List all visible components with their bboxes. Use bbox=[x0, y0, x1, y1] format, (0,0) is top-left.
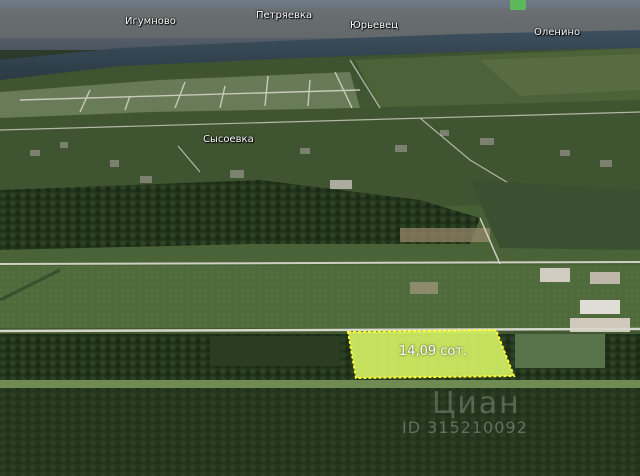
watermark-id: ID 315210092 bbox=[402, 418, 528, 437]
aerial-map: Игумново Петряевка Юрьевец Оленино Сысое… bbox=[0, 0, 640, 476]
satellite-imagery bbox=[0, 0, 640, 476]
place-label-olenino: Оленино bbox=[534, 27, 581, 38]
place-label-yurevets: Юрьевец bbox=[350, 20, 399, 31]
watermark-brand: Циан bbox=[432, 386, 521, 421]
plot-area-label: 14,09 сот. bbox=[398, 344, 468, 359]
place-label-sysoevka: Сысоевка bbox=[203, 134, 254, 145]
map-marker-icon bbox=[510, 0, 526, 10]
place-label-petryaevka: Петряевка bbox=[256, 10, 313, 21]
place-label-igumnovo: Игумново bbox=[125, 16, 176, 27]
